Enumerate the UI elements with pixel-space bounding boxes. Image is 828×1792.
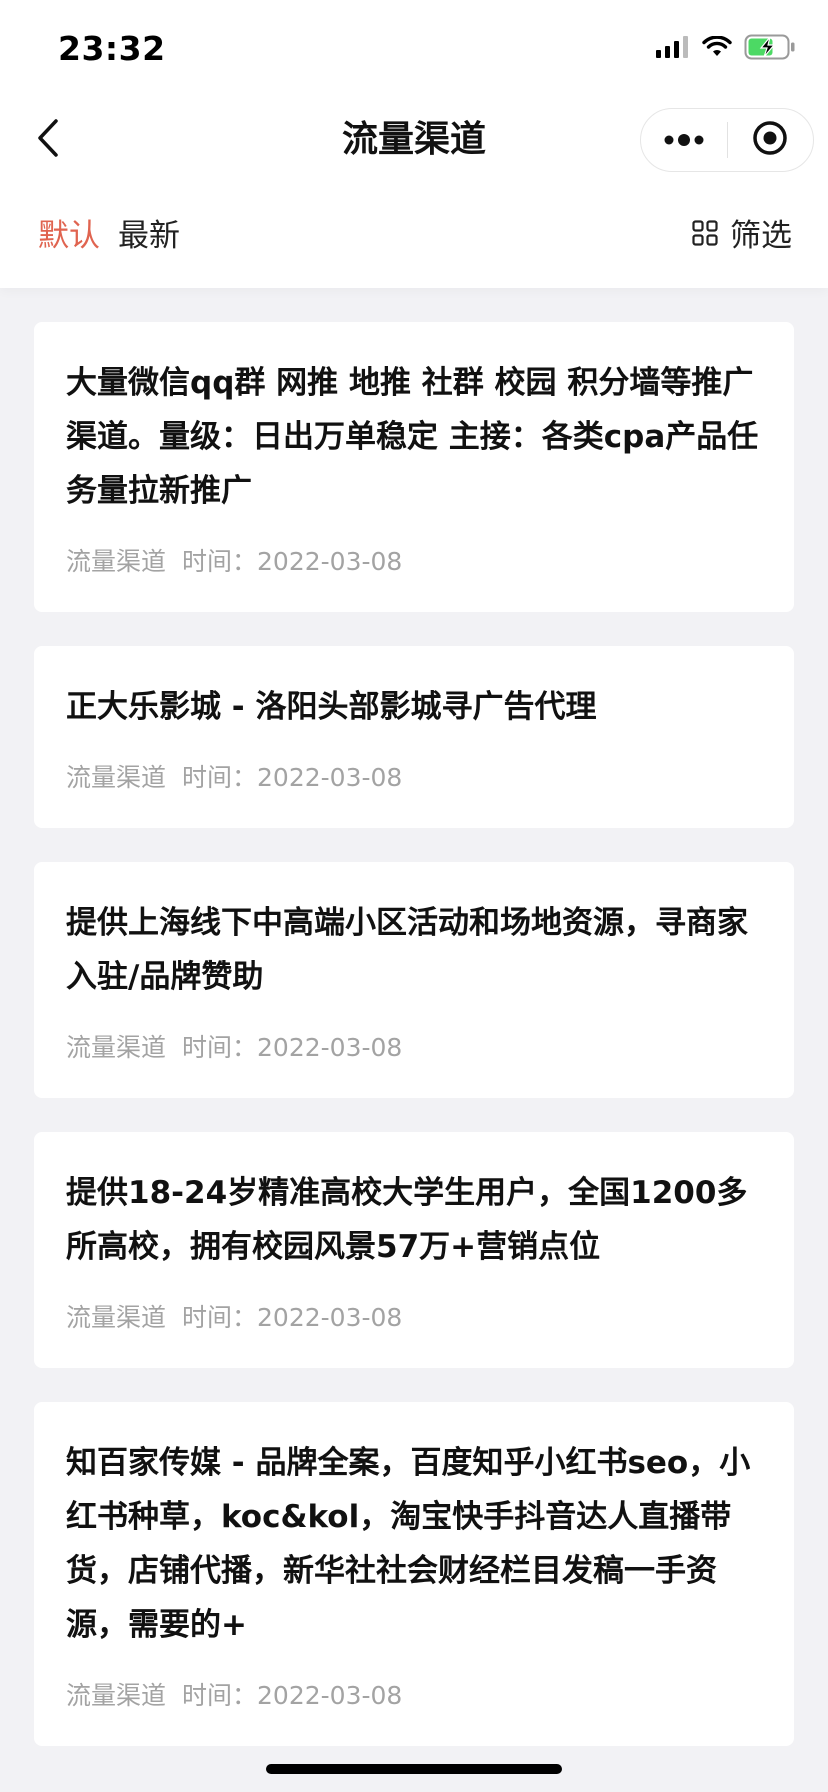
header: 23:32 流量渠道 默认 最新 筛选 bbox=[0, 0, 828, 288]
item-title: 知百家传媒 - 品牌全案，百度知乎小红书seo，小红书种草，koc&kol，淘宝… bbox=[66, 1445, 751, 1643]
filter-button[interactable]: 筛选 bbox=[692, 214, 792, 258]
item-title: 大量微信qq群 网推 地推 社群 校园 积分墙等推广渠道。量级：日出万单稳定 主… bbox=[66, 365, 759, 509]
list-item[interactable]: 大量微信qq群 网推 地推 社群 校园 积分墙等推广渠道。量级：日出万单稳定 主… bbox=[34, 322, 794, 612]
status-time: 23:32 bbox=[58, 29, 166, 68]
battery-charging-icon bbox=[744, 34, 796, 64]
item-title: 提供18-24岁精准高校大学生用户，全国1200多所高校，拥有校园风景57万+营… bbox=[66, 1175, 748, 1265]
item-time: 时间：2022-03-08 bbox=[182, 1681, 403, 1710]
cellular-signal-icon bbox=[656, 36, 690, 62]
item-meta: 流量渠道 时间：2022-03-08 bbox=[66, 546, 762, 578]
item-meta: 流量渠道 时间：2022-03-08 bbox=[66, 1032, 762, 1064]
status-icons bbox=[656, 34, 796, 64]
list-item[interactable]: 知百家传媒 - 品牌全案，百度知乎小红书seo，小红书种草，koc&kol，淘宝… bbox=[34, 1402, 794, 1746]
item-time: 时间：2022-03-08 bbox=[182, 547, 403, 576]
tab-latest[interactable]: 最新 bbox=[118, 214, 180, 258]
list-item[interactable]: 提供上海线下中高端小区活动和场地资源，寻商家入驻/品牌赞助 流量渠道 时间：20… bbox=[34, 862, 794, 1098]
grid-icon bbox=[692, 214, 718, 258]
more-dots-icon bbox=[663, 131, 705, 150]
item-category: 流量渠道 bbox=[66, 547, 167, 576]
list-item[interactable]: 提供18-24岁精准高校大学生用户，全国1200多所高校，拥有校园风景57万+营… bbox=[34, 1132, 794, 1368]
item-time: 时间：2022-03-08 bbox=[182, 1033, 403, 1062]
item-meta: 流量渠道 时间：2022-03-08 bbox=[66, 762, 762, 794]
more-button[interactable] bbox=[641, 109, 727, 171]
close-mini-program-button[interactable] bbox=[728, 109, 814, 171]
item-category: 流量渠道 bbox=[66, 1303, 167, 1332]
item-title: 提供上海线下中高端小区活动和场地资源，寻商家入驻/品牌赞助 bbox=[66, 905, 748, 995]
item-meta: 流量渠道 时间：2022-03-08 bbox=[66, 1302, 762, 1334]
item-title: 正大乐影城 - 洛阳头部影城寻广告代理 bbox=[66, 689, 597, 725]
item-category: 流量渠道 bbox=[66, 1033, 167, 1062]
home-indicator bbox=[266, 1764, 562, 1774]
item-category: 流量渠道 bbox=[66, 1681, 167, 1710]
filter-label: 筛选 bbox=[730, 218, 792, 254]
mini-program-capsule bbox=[640, 108, 814, 172]
wifi-icon bbox=[702, 35, 732, 62]
tab-default[interactable]: 默认 bbox=[38, 214, 100, 258]
channel-list: 大量微信qq群 网推 地推 社群 校园 积分墙等推广渠道。量级：日出万单稳定 主… bbox=[34, 322, 794, 1746]
item-time: 时间：2022-03-08 bbox=[182, 1303, 403, 1332]
list-item[interactable]: 正大乐影城 - 洛阳头部影城寻广告代理 流量渠道 时间：2022-03-08 bbox=[34, 646, 794, 828]
item-time: 时间：2022-03-08 bbox=[182, 763, 403, 792]
target-circle-icon bbox=[752, 120, 788, 160]
item-meta: 流量渠道 时间：2022-03-08 bbox=[66, 1680, 762, 1712]
item-category: 流量渠道 bbox=[66, 763, 167, 792]
sort-tabs: 默认 最新 bbox=[38, 214, 180, 258]
